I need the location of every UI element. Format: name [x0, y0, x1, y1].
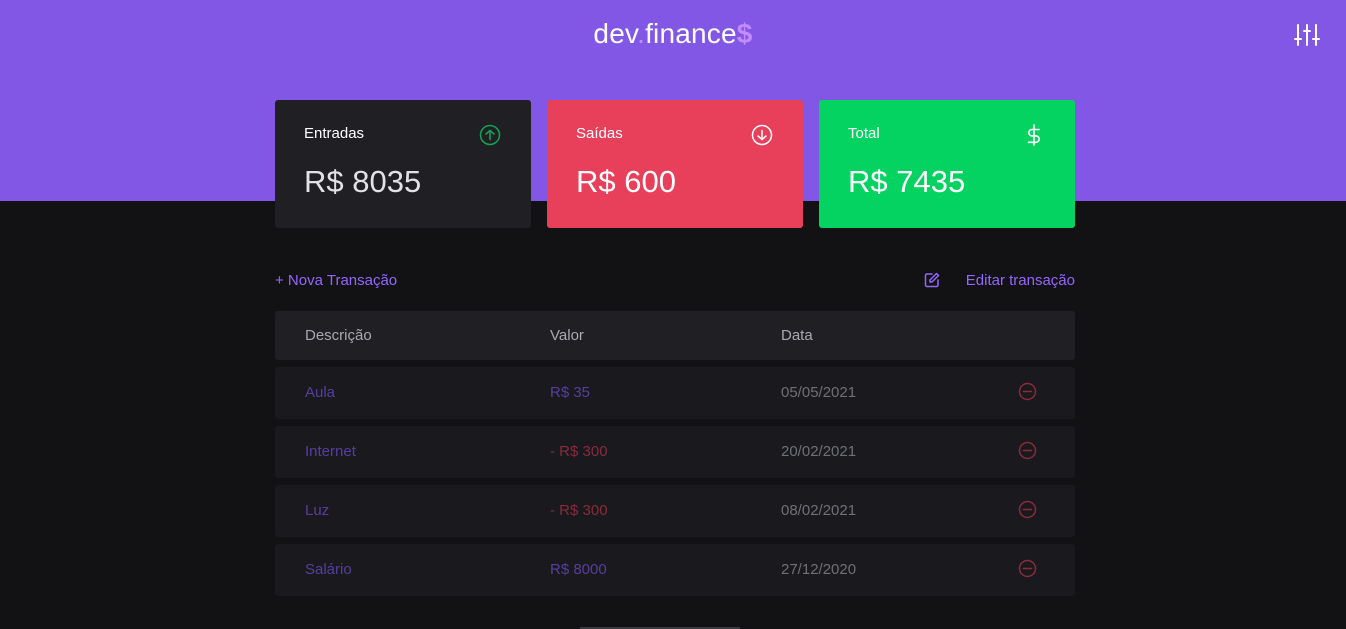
header-value: Valor — [550, 327, 584, 344]
remove-icon[interactable] — [1018, 500, 1037, 519]
transaction-actions: + Nova Transação Editar transação — [275, 272, 1075, 294]
logo-finance: finance — [645, 18, 737, 49]
summary-cards: Entradas R$ 8035 Saídas R$ 600 Total R$ … — [275, 100, 1075, 228]
row-description: Luz — [305, 502, 330, 519]
header-description: Descrição — [305, 327, 372, 344]
dollar-icon — [1027, 124, 1040, 146]
income-card: Entradas R$ 8035 — [275, 100, 531, 228]
row-date: 20/02/2021 — [781, 443, 857, 460]
logo-dollar: $ — [736, 18, 753, 49]
row-value: R$ 8000 — [550, 561, 607, 578]
table-row: Salário R$ 8000 27/12/2020 — [275, 544, 1075, 596]
edit-transaction-link[interactable]: Editar transação — [966, 272, 1075, 289]
edit-icon[interactable] — [924, 272, 940, 288]
total-card: Total R$ 7435 — [819, 100, 1075, 228]
row-date: 08/02/2021 — [781, 502, 857, 519]
table-row: Luz - R$ 300 08/02/2021 — [275, 485, 1075, 537]
total-label: Total — [848, 125, 880, 142]
remove-icon[interactable] — [1018, 441, 1037, 460]
income-amount: R$ 8035 — [304, 164, 422, 199]
row-value: R$ 35 — [550, 384, 591, 401]
expense-label: Saídas — [576, 125, 623, 142]
table-header: Descrição Valor Data — [275, 311, 1075, 360]
row-description: Internet — [305, 443, 356, 460]
expense-amount: R$ 600 — [576, 164, 676, 199]
row-date: 27/12/2020 — [781, 561, 857, 578]
row-description: Salário — [305, 561, 352, 578]
table-row: Aula R$ 35 05/05/2021 — [275, 367, 1075, 419]
header-date: Data — [781, 327, 813, 344]
new-transaction-link[interactable]: + Nova Transação — [275, 272, 397, 289]
logo-dev: dev — [593, 18, 638, 49]
table-row: Internet - R$ 300 20/02/2021 — [275, 426, 1075, 478]
logo-dot: . — [637, 18, 646, 49]
total-amount: R$ 7435 — [848, 164, 966, 199]
income-label: Entradas — [304, 125, 365, 142]
remove-icon[interactable] — [1018, 559, 1037, 578]
row-value: - R$ 300 — [550, 443, 608, 460]
app-logo: dev.finance$ — [0, 18, 1346, 50]
row-description: Aula — [305, 384, 336, 401]
expense-card: Saídas R$ 600 — [547, 100, 803, 228]
row-value: - R$ 300 — [550, 502, 608, 519]
sliders-icon[interactable] — [1294, 23, 1320, 47]
remove-icon[interactable] — [1018, 382, 1037, 401]
arrow-down-circle-icon — [751, 124, 773, 146]
transactions-table: Descrição Valor Data Aula R$ 35 05/05/20… — [275, 311, 1075, 596]
row-date: 05/05/2021 — [781, 384, 857, 401]
arrow-up-circle-icon — [479, 124, 501, 146]
